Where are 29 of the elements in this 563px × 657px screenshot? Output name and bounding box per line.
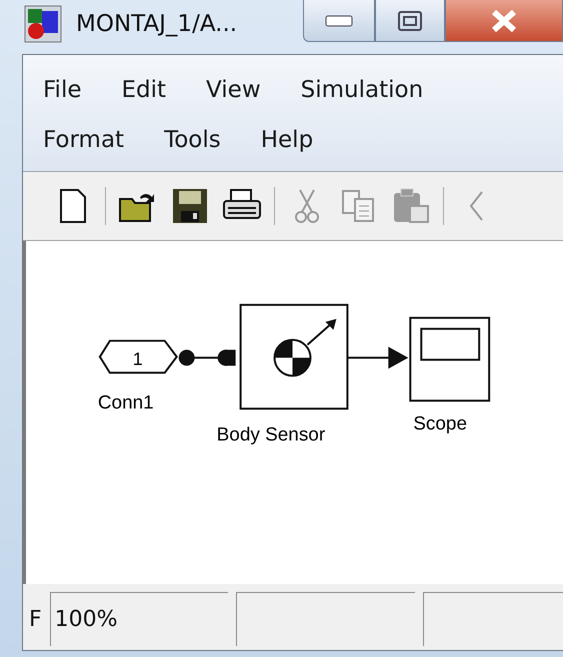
maximize-icon [398,10,422,30]
window-title: MONTAJ_1/A... [76,10,238,37]
minimize-button[interactable] [303,0,375,42]
menu-item[interactable]: Tools [164,126,261,153]
signal-arrow [347,346,408,368]
menu-item[interactable]: Edit [122,76,206,103]
model-window-icon [24,4,62,43]
menu-item[interactable]: Format [43,126,164,153]
menu-item[interactable]: File [43,76,122,103]
menu-item[interactable]: View [206,76,301,103]
status-text: F [29,606,42,632]
close-icon [491,8,517,32]
block-label: Scope [413,413,468,434]
menu-item[interactable]: Simulation [300,76,424,103]
center-of-mass-icon [274,318,336,376]
port-number: 1 [132,348,143,368]
connection-line [178,349,236,366]
zoom-level: 100% [54,607,118,632]
scissors-icon [295,188,319,224]
copy-icon [341,188,377,223]
close-button[interactable] [445,0,563,42]
block-label: Body Sensor [216,424,326,446]
menu-item[interactable]: Help [260,126,314,153]
maximize-button[interactable] [375,0,445,42]
clipboard-icon [392,188,430,224]
block-label: Conn1 [98,392,154,414]
scope-screen-icon [420,327,480,360]
new-document-icon [60,188,86,223]
minimize-icon [325,14,353,26]
